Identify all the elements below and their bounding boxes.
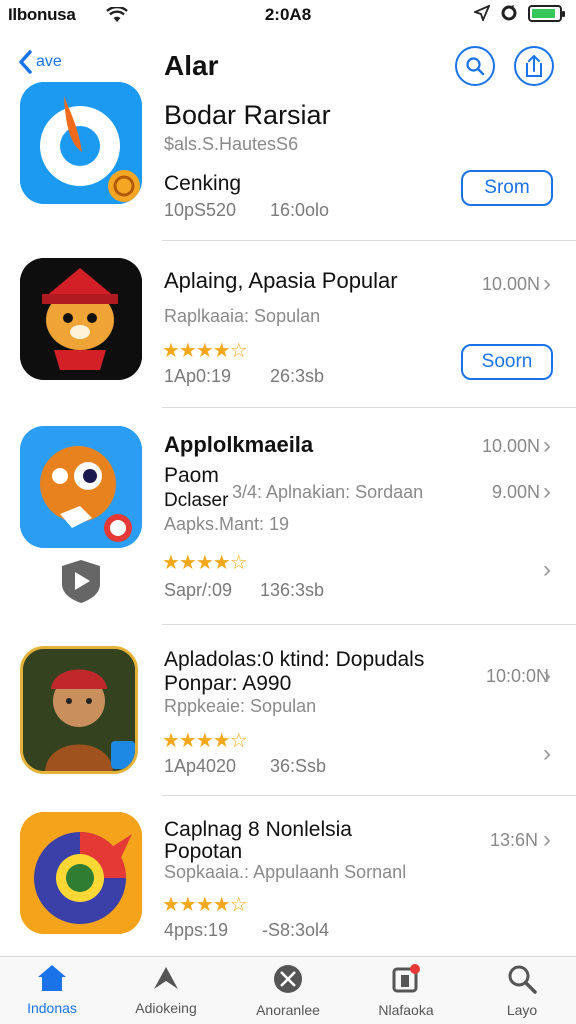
app-price: 10.00N <box>482 436 541 456</box>
tab-label: Anoranlee <box>256 1002 320 1018</box>
app-icon-3[interactable] <box>20 426 142 548</box>
get-button[interactable]: Srom <box>461 170 553 206</box>
app-name: Caplnag 8 Nonlelsia <box>164 818 352 841</box>
chevron-right-icon[interactable]: › <box>543 662 551 690</box>
tab-label: Nlafaoka <box>378 1002 434 1018</box>
rating-stars: ★★★★☆ <box>162 552 248 574</box>
character-portrait-icon <box>23 649 135 771</box>
app-stat-size: 36:Ssb <box>270 756 327 776</box>
location-arrow-icon <box>474 5 490 21</box>
list-item[interactable]: Apladolas:0 ktind: Dopudals Ponpar: A990… <box>0 626 576 796</box>
list-item[interactable]: Bodar Rarsiar $als.S.HautesS6 Cenking 10… <box>0 80 576 242</box>
compass-icon <box>20 82 142 204</box>
app-stat-size: 136:3sb <box>260 580 325 600</box>
battery-icon <box>528 4 565 22</box>
app-price: 13:6N <box>490 830 539 850</box>
list-item[interactable]: Caplnag 8 Nonlelsia Popotan Sopkaaia.: A… <box>0 796 576 956</box>
app-subtitle: $als.S.HautesS6 <box>164 134 299 154</box>
app-line3: Dclaser <box>164 490 229 511</box>
tab-updates[interactable]: Nlafaoka <box>356 963 456 1018</box>
chrome-like-icon <box>20 812 142 934</box>
chevron-right-icon[interactable]: › <box>543 556 551 584</box>
search-icon <box>466 57 485 76</box>
app-name: Apladolas:0 ktind: Dopudals <box>164 648 425 671</box>
app-line2: Paom <box>164 464 219 487</box>
tab-label: Adiokeing <box>135 1000 197 1016</box>
app-stat-downloads: 4pps:19 <box>164 920 229 940</box>
get-button[interactable]: Soorn <box>461 344 553 380</box>
list-item[interactable]: Applolkmaeila Paom Dclaser 3/4: Aplnakia… <box>0 408 576 626</box>
app-line4: Aapks.Mant: 19 <box>164 514 290 534</box>
app-price: 10:0:0N <box>486 666 550 686</box>
app-icon-2[interactable] <box>20 258 142 380</box>
chevron-right-icon[interactable]: › <box>543 478 551 506</box>
bear-mascot-icon <box>20 258 142 380</box>
app-stat-downloads: 1Ap4020 <box>164 756 237 776</box>
apps-icon <box>392 964 420 993</box>
list-item[interactable]: Aplaing, Apasia Popular Raplkaaia: Sopul… <box>0 242 576 408</box>
chevron-right-icon[interactable]: › <box>543 432 551 460</box>
tab-bar: Indonas Adiokeing Anoranlee Nlafaoka Lay… <box>0 956 576 1024</box>
tab-search[interactable]: Layo <box>472 963 572 1018</box>
app-stat-size: -S8:3ol4 <box>262 920 330 940</box>
app-category: Cenking <box>164 172 242 195</box>
chevron-right-icon[interactable]: › <box>543 270 551 298</box>
tab-games[interactable]: Anoranlee <box>238 963 338 1018</box>
app-icon-4[interactable] <box>20 646 138 774</box>
sync-icon <box>501 5 517 21</box>
app-icon-1[interactable] <box>20 82 142 204</box>
app-name: Aplaing, Apasia Popular <box>164 268 398 293</box>
app-stat-downloads: 10pS520 <box>164 200 237 220</box>
divider <box>162 624 576 625</box>
back-label: ave <box>36 53 62 70</box>
app-subtitle: Raplkaaia: Sopulan <box>164 306 321 326</box>
app-stat-size: 16:0olo <box>270 200 330 220</box>
app-price: 10.00N <box>482 274 541 294</box>
rating-stars: ★★★★☆ <box>162 894 248 916</box>
app-name: Applolkmaeila <box>164 432 314 457</box>
tab-label: Indonas <box>27 1000 77 1016</box>
chevron-right-icon[interactable]: › <box>543 740 551 768</box>
tab-apps[interactable]: Adiokeing <box>116 963 216 1016</box>
search-icon <box>508 965 537 994</box>
share-icon <box>526 54 542 77</box>
status-bar: Ilbonusa 2:0A8 <box>0 0 576 32</box>
rocket-icon <box>154 967 178 989</box>
app-icon-5[interactable] <box>20 812 142 934</box>
page-title: Alar <box>164 50 219 81</box>
back-button[interactable]: ave <box>18 50 62 74</box>
app-line2: Popotan <box>164 840 243 863</box>
shield-play-icon <box>60 558 102 609</box>
divider <box>162 240 576 241</box>
app-stat-downloads: Sapr/:09 <box>164 580 233 600</box>
tab-label: Layo <box>506 1002 538 1018</box>
chevron-right-icon[interactable]: › <box>543 826 551 854</box>
app-subtitle: 3/4: Aplnakian: Sordaan <box>232 482 424 502</box>
monkey-mascot-icon <box>20 426 142 548</box>
app-name: Bodar Rarsiar <box>164 100 331 130</box>
rating-stars: ★★★★☆ <box>162 340 248 362</box>
home-icon <box>38 965 66 991</box>
tab-today[interactable]: Indonas <box>2 963 102 1016</box>
games-icon <box>274 965 302 993</box>
app-stat-size: 26:3sb <box>270 366 325 386</box>
rating-stars: ★★★★☆ <box>162 730 248 752</box>
app-subtitle: Rppkeaie: Sopulan <box>164 696 317 716</box>
app-line2: Ponpar: A990 <box>164 672 292 695</box>
app-price-2: 9.00N <box>492 482 541 502</box>
app-stat-downloads: 1Ap0:19 <box>164 366 232 386</box>
chevron-left-icon <box>19 50 32 74</box>
app-subtitle: Sopkaaia.: Appulaanh Sornanl <box>164 862 407 882</box>
